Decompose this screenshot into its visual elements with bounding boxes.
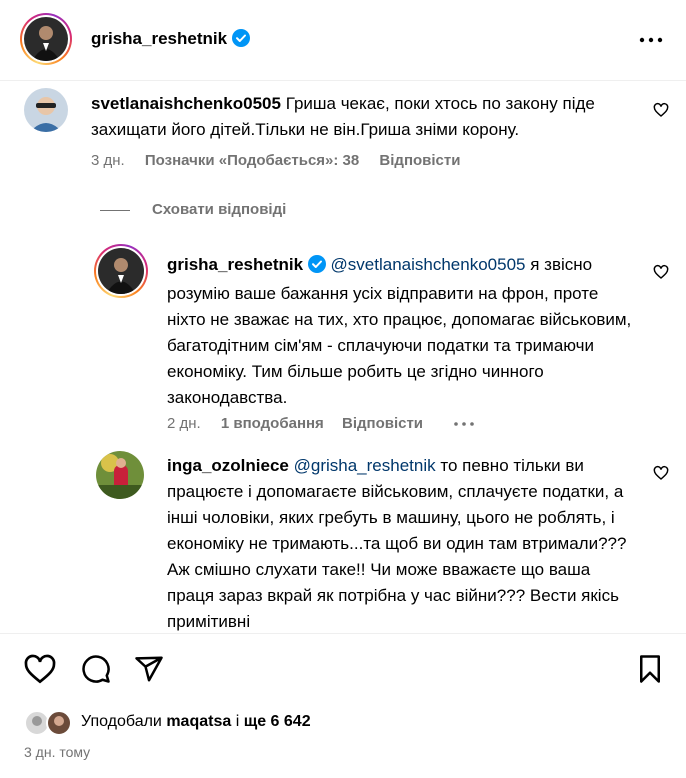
comment-likes[interactable]: Позначки «Подобається»: 38	[145, 152, 359, 169]
reply-text: я звісно розумію ваше бажання усіх відпр…	[167, 255, 632, 407]
reply-more-icon[interactable]	[452, 417, 476, 429]
hide-replies-label[interactable]: Сховати відповіді	[152, 201, 286, 218]
reply-button[interactable]: Відповісти	[342, 415, 423, 432]
post-actions-bar: Уподобали maqatsa і ще 6 642 3 дн. тому	[0, 633, 686, 778]
author-username[interactable]: grisha_reshetnik	[91, 29, 227, 48]
reply-text: то певно тільки ви працюєте і допомагаєт…	[167, 456, 627, 631]
liked-by-and: і	[235, 713, 240, 730]
like-reply-icon[interactable]	[653, 264, 669, 280]
like-icon[interactable]	[24, 654, 56, 689]
save-icon[interactable]	[636, 654, 664, 689]
reply-time: 2 дн.	[167, 415, 201, 432]
divider	[100, 210, 130, 211]
reply-mention[interactable]: @grisha_reshetnik	[294, 456, 436, 475]
commenter-username[interactable]: svetlanaishchenko0505	[91, 94, 281, 113]
verified-badge-icon	[231, 29, 250, 52]
reply-avatar[interactable]	[94, 244, 148, 298]
verified-badge-icon	[307, 255, 326, 281]
reply-mention[interactable]: @svetlanaishchenko0505	[331, 255, 526, 274]
liked-by-user[interactable]: maqatsa	[166, 713, 231, 730]
liked-by-prefix: Уподобали	[81, 713, 162, 730]
likes-count[interactable]: ще 6 642	[244, 713, 311, 730]
reply-username[interactable]: grisha_reshetnik	[167, 255, 303, 274]
post-date[interactable]: 3 дн. тому	[24, 744, 90, 760]
post-header: grisha_reshetnik	[0, 0, 686, 81]
liked-by-text: Уподобали maqatsa і ще 6 642	[81, 713, 311, 731]
reply-username[interactable]: inga_ozolniece	[167, 456, 289, 475]
commenter-avatar[interactable]	[24, 88, 68, 132]
like-comment-icon[interactable]	[653, 102, 669, 118]
liked-by-avatars[interactable]	[24, 710, 76, 736]
comment-time: 3 дн.	[91, 152, 125, 169]
reply-avatar[interactable]	[96, 451, 144, 499]
share-icon[interactable]	[134, 654, 164, 689]
reply-button[interactable]: Відповісти	[379, 152, 460, 169]
like-reply-icon[interactable]	[653, 465, 669, 481]
comment-icon[interactable]	[81, 654, 111, 689]
hide-replies-toggle[interactable]: Сховати відповіді	[100, 201, 286, 219]
reply-likes[interactable]: 1 вподобання	[221, 415, 324, 432]
more-options-icon[interactable]	[638, 30, 664, 50]
author-avatar[interactable]	[20, 13, 72, 65]
